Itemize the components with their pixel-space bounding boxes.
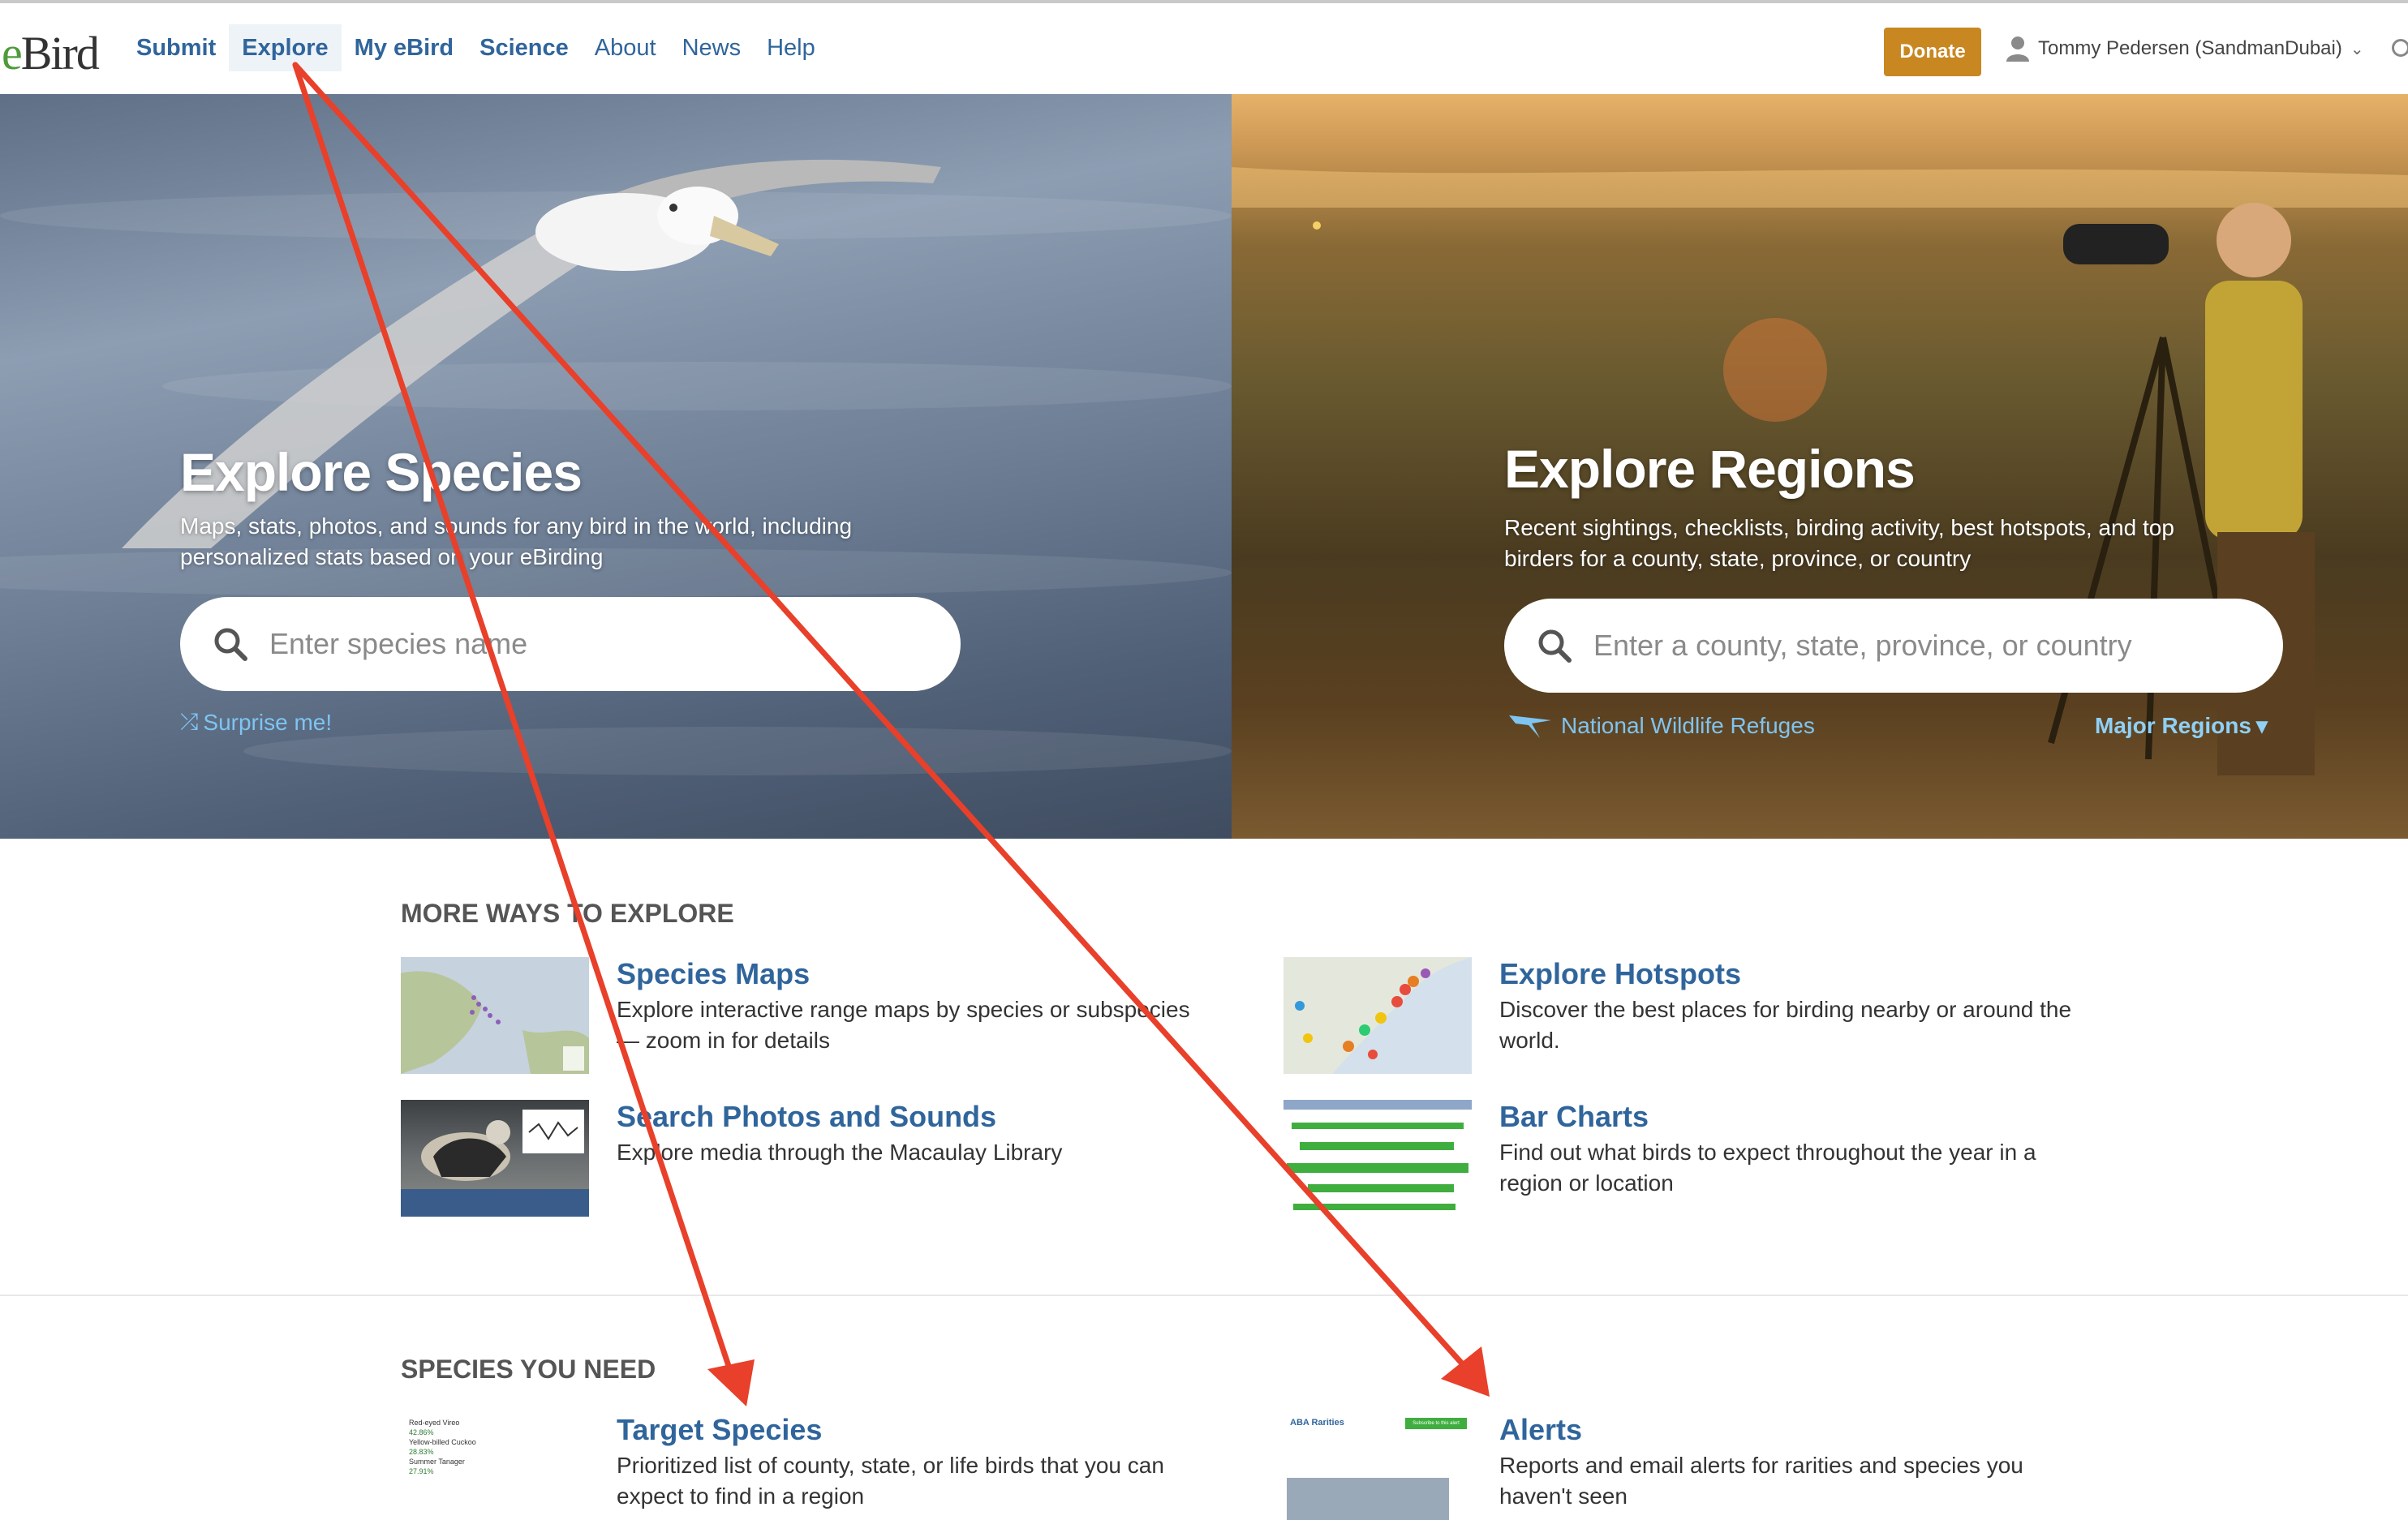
user-menu[interactable]: Tommy Pedersen (SandmanDubai) ⌄	[2006, 36, 2364, 62]
list-item-value: 27.91%	[409, 1467, 434, 1475]
shuffle-icon: ⤮	[180, 709, 199, 734]
alert-thumb-photo	[1287, 1478, 1449, 1520]
target-species-card[interactable]: Red-eyed Vireo 42.86% Yellow-billed Cuck…	[401, 1413, 1212, 1520]
major-regions-dropdown[interactable]: Major Regions ▾	[2095, 712, 2268, 739]
target-species-title[interactable]: Target Species	[617, 1413, 1212, 1447]
search-photos-sounds-description: Explore media through the Macaulay Libra…	[617, 1140, 1063, 1165]
arrowhead-target-species	[707, 1359, 755, 1406]
ebird-logo[interactable]: eBird	[2, 26, 100, 80]
search-photos-sounds-title[interactable]: Search Photos and Sounds	[617, 1100, 1062, 1134]
alerts-title[interactable]: Alerts	[1499, 1413, 2095, 1447]
nav-my-ebird[interactable]: My eBird	[342, 24, 467, 71]
refuges-label: National Wildlife Refuges	[1561, 713, 1815, 738]
user-name: Tommy Pedersen (SandmanDubai)	[2038, 37, 2342, 59]
list-item-value: 42.86%	[409, 1428, 434, 1436]
regions-title: Explore Regions	[1504, 439, 1916, 499]
species-search-input[interactable]	[269, 627, 868, 661]
species-title: Explore Species	[180, 442, 583, 502]
bar-charts-title[interactable]: Bar Charts	[1499, 1100, 2095, 1134]
nav-news[interactable]: News	[669, 24, 755, 71]
search-icon	[1538, 629, 1572, 663]
donate-button[interactable]: Donate	[1884, 28, 1981, 76]
alerts-thumbnail: ABA Rarities Subscribe to this alert	[1284, 1413, 1472, 1520]
caret-down-icon: ▾	[2255, 713, 2268, 738]
list-item: Summer Tanager	[409, 1458, 465, 1466]
list-item-value: 28.83%	[409, 1448, 434, 1456]
globe-icon[interactable]	[2392, 39, 2408, 57]
page-root: eBird Submit Explore My eBird Science Ab…	[0, 0, 2408, 1520]
species-you-need-section-title: SPECIES YOU NEED	[401, 1355, 656, 1384]
explore-species-hero: Explore Species Maps, stats, photos, and…	[0, 94, 1232, 839]
logo-text: Bird	[20, 27, 100, 79]
regions-description: Recent sightings, checklists, birding ac…	[1504, 515, 2174, 571]
alert-thumb-title: ABA Rarities	[1290, 1418, 1344, 1428]
nav-explore[interactable]: Explore	[229, 24, 342, 71]
species-maps-thumbnail	[401, 957, 589, 1074]
nav-submit[interactable]: Submit	[123, 24, 229, 71]
target-species-thumbnail: Red-eyed Vireo 42.86% Yellow-billed Cuck…	[401, 1413, 589, 1520]
arrowhead-alerts	[1441, 1346, 1490, 1397]
list-item: Red-eyed Vireo	[409, 1419, 460, 1427]
regions-search-box	[1504, 599, 2283, 693]
major-regions-label: Major Regions	[2095, 712, 2251, 738]
explore-hotspots-thumbnail	[1284, 957, 1472, 1074]
target-species-description: Prioritized list of county, state, or li…	[617, 1453, 1164, 1509]
nav-science[interactable]: Science	[467, 24, 582, 71]
species-description: Maps, stats, photos, and sounds for any …	[180, 513, 853, 569]
surprise-me-label: Surprise me!	[203, 709, 333, 735]
search-photos-sounds-card[interactable]: Search Photos and Sounds Explore media t…	[401, 1100, 1212, 1217]
species-search-box	[180, 597, 961, 691]
surprise-me-link[interactable]: ⤮ Surprise me!	[180, 709, 332, 736]
alert-thumb-button: Subscribe to this alert	[1405, 1418, 1467, 1429]
alerts-description: Reports and email alerts for rarities an…	[1499, 1453, 2023, 1509]
nav-help[interactable]: Help	[754, 24, 828, 71]
search-photos-sounds-thumbnail	[401, 1100, 589, 1217]
explore-hotspots-card[interactable]: Explore Hotspots Discover the best place…	[1284, 957, 2095, 1074]
section-divider	[0, 1295, 2408, 1296]
main-nav: Submit Explore My eBird Science About Ne…	[123, 24, 828, 71]
bar-charts-card[interactable]: Bar Charts Find out what birds to expect…	[1284, 1100, 2095, 1217]
alerts-card[interactable]: ABA Rarities Subscribe to this alert Ale…	[1284, 1413, 2095, 1520]
nav-about[interactable]: About	[582, 24, 669, 71]
species-maps-description: Explore interactive range maps by specie…	[617, 997, 1190, 1053]
national-wildlife-refuges-link[interactable]: National Wildlife Refuges	[1507, 712, 1815, 740]
search-icon	[214, 628, 247, 661]
list-item: Yellow-billed Cuckoo	[409, 1438, 476, 1446]
explore-regions-hero: Explore Regions Recent sightings, checkl…	[1232, 94, 2408, 839]
chevron-down-icon: ⌄	[2350, 40, 2364, 58]
refuge-bird-icon	[1509, 715, 1551, 738]
more-ways-section-title: MORE WAYS TO EXPLORE	[401, 899, 734, 928]
explore-hotspots-title[interactable]: Explore Hotspots	[1499, 957, 2095, 991]
user-icon	[2006, 36, 2029, 62]
bar-charts-description: Find out what birds to expect throughout…	[1499, 1140, 2036, 1196]
bar-charts-thumbnail	[1284, 1100, 1472, 1217]
species-maps-card[interactable]: Species Maps Explore interactive range m…	[401, 957, 1212, 1074]
top-navigation-bar: eBird Submit Explore My eBird Science Ab…	[0, 0, 2408, 94]
species-maps-title[interactable]: Species Maps	[617, 957, 1212, 991]
regions-search-input[interactable]	[1593, 629, 2191, 663]
explore-hotspots-description: Discover the best places for birding nea…	[1499, 997, 2072, 1053]
logo-prefix: e	[2, 27, 23, 79]
